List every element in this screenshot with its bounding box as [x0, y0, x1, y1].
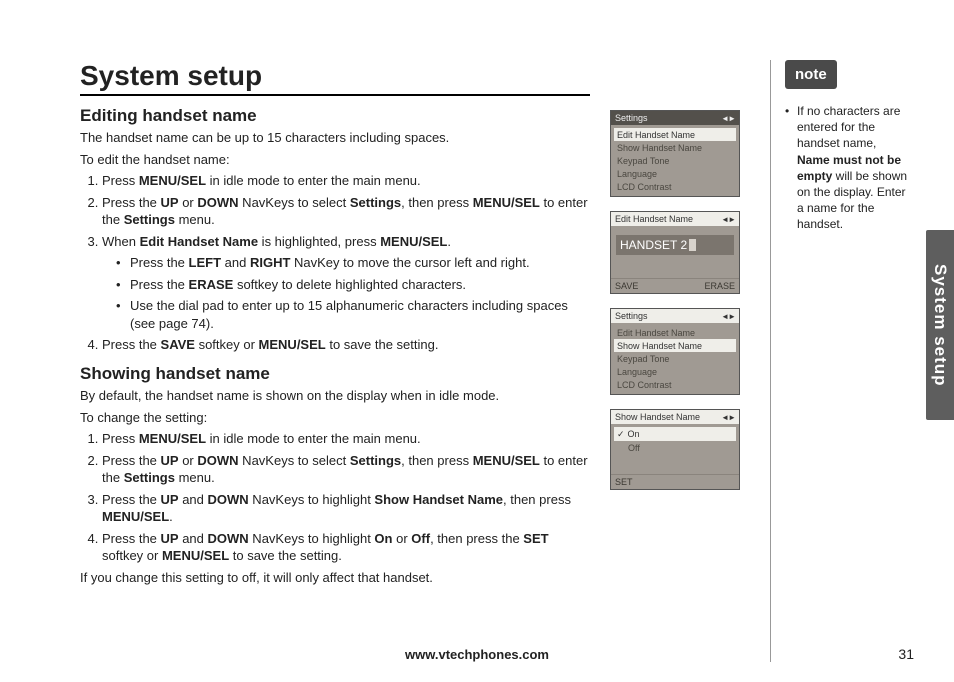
intro-text: To edit the handset name: [80, 151, 590, 169]
step: Press the UP or DOWN NavKeys to select S… [102, 194, 590, 229]
menu-item: Edit Handset Name [614, 326, 736, 339]
menu-item: On [614, 427, 736, 441]
leftright-icon: ◄► [721, 215, 735, 224]
note-list: If no characters are entered for the han… [785, 103, 910, 233]
intro-text: To change the setting: [80, 409, 590, 427]
step: Press the UP and DOWN NavKeys to highlig… [102, 491, 590, 526]
page-number: 31 [898, 646, 914, 662]
phone-screen-settings-2: Settings ◄► Edit Handset Name Show Hands… [610, 308, 740, 395]
menu-item: Keypad Tone [614, 352, 736, 365]
menu-item: Language [614, 167, 736, 180]
phone-screen-edit: Edit Handset Name ◄► HANDSET 2 SAVE ERAS… [610, 211, 740, 294]
step: Press the UP and DOWN NavKeys to highlig… [102, 530, 590, 565]
menu-item: Keypad Tone [614, 154, 736, 167]
step: Press MENU/SEL in idle mode to enter the… [102, 430, 590, 448]
menu-item: Show Handset Name [614, 141, 736, 154]
screen-title: Settings [615, 113, 648, 123]
phone-screen-show: Show Handset Name ◄► On Off SET [610, 409, 740, 490]
screen-title: Show Handset Name [615, 412, 700, 422]
edit-value: HANDSET 2 [620, 238, 687, 252]
substeps-list: Press the LEFT and RIGHT NavKey to move … [102, 254, 590, 332]
edit-field: HANDSET 2 [616, 235, 734, 255]
note-badge: note [785, 60, 837, 89]
updown-icon: ◄► [721, 413, 735, 422]
substep: Use the dial pad to enter up to 15 alpha… [116, 297, 590, 332]
softkey-left: SAVE [615, 281, 638, 291]
screen-title: Settings [615, 311, 648, 321]
menu-item: Language [614, 365, 736, 378]
menu-item: LCD Contrast [614, 180, 736, 193]
step: Press the SAVE softkey or MENU/SEL to sa… [102, 336, 590, 354]
steps-list: Press MENU/SEL in idle mode to enter the… [80, 430, 590, 565]
steps-list: Press MENU/SEL in idle mode to enter the… [80, 172, 590, 354]
step: Press MENU/SEL in idle mode to enter the… [102, 172, 590, 190]
updown-icon: ◄► [721, 312, 735, 321]
footer-url: www.vtechphones.com [0, 647, 954, 662]
menu-item: Show Handset Name [614, 339, 736, 352]
side-tab: System setup [926, 230, 954, 420]
substep: Press the ERASE softkey to delete highli… [116, 276, 590, 294]
cursor-icon [689, 239, 696, 251]
phone-screen-settings-1: Settings ◄► Edit Handset Name Show Hands… [610, 110, 740, 197]
intro-text: The handset name can be up to 15 charact… [80, 129, 590, 147]
screen-title: Edit Handset Name [615, 214, 693, 224]
updown-icon: ◄► [721, 114, 735, 123]
screenshots-column: Settings ◄► Edit Handset Name Show Hands… [610, 60, 750, 662]
menu-item: LCD Contrast [614, 378, 736, 391]
menu-item: Edit Handset Name [614, 128, 736, 141]
note-column: note If no characters are entered for th… [770, 60, 910, 662]
outro-text: If you change this setting to off, it wi… [80, 569, 590, 587]
softkey-right: ERASE [704, 281, 735, 291]
softkey-left: SET [615, 477, 633, 487]
intro-text: By default, the handset name is shown on… [80, 387, 590, 405]
menu-item: Off [614, 441, 736, 454]
page-title: System setup [80, 60, 590, 96]
main-column: System setup Editing handset name The ha… [80, 60, 590, 662]
substep: Press the LEFT and RIGHT NavKey to move … [116, 254, 590, 272]
section-heading-showing: Showing handset name [80, 364, 590, 384]
note-text: If no characters are entered for the han… [785, 103, 910, 233]
section-heading-editing: Editing handset name [80, 106, 590, 126]
step: When Edit Handset Name is highlighted, p… [102, 233, 590, 333]
step: Press the UP or DOWN NavKeys to select S… [102, 452, 590, 487]
